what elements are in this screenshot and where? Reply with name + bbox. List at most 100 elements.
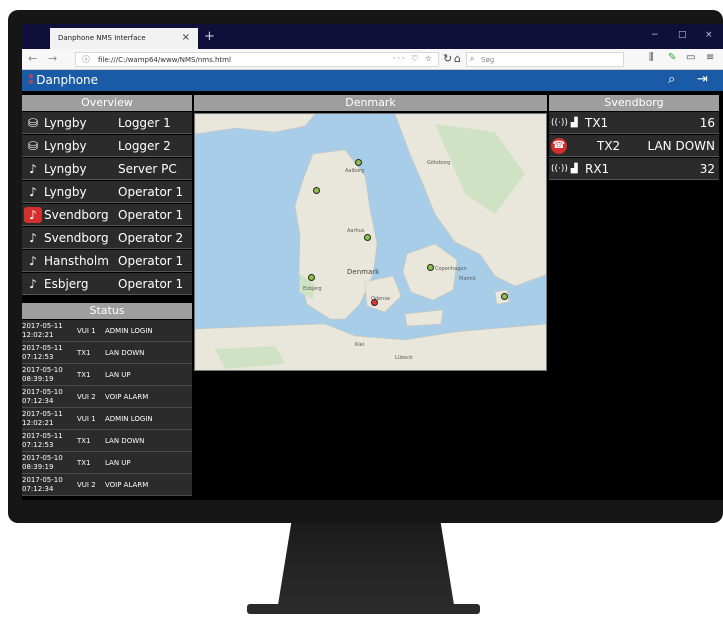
svendborg-row[interactable]: ☎ TX2 LAN DOWN — [549, 135, 719, 157]
forward-arrow-icon[interactable]: → — [48, 52, 57, 65]
lolland-land — [404, 309, 444, 327]
library-icon[interactable]: ⫼ — [649, 52, 654, 63]
overview-site: Svendborg — [44, 208, 109, 222]
database-icon: ⛁ — [27, 116, 39, 130]
maximize-button[interactable]: □ — [678, 30, 687, 40]
status-event: LAN UP — [105, 459, 131, 467]
close-window-button[interactable]: × — [705, 30, 713, 40]
site-marker-svendborg[interactable] — [371, 299, 378, 306]
status-row: 2017-05-11 12:02:21 VUI 1 ADMIN LOGIN — [22, 320, 192, 342]
svendborg-device-name: TX1 — [585, 116, 609, 130]
status-date: 2017-05-11 — [22, 432, 63, 440]
overview-header: Overview — [22, 95, 192, 111]
svendborg-row[interactable]: ((·)) ▟ TX1 16 — [549, 112, 719, 134]
overview-site: Lyngby — [44, 162, 87, 176]
status-timestamp: 2017-05-10 07:12:34 — [22, 388, 74, 406]
close-tab-icon[interactable]: × — [182, 32, 190, 43]
status-timestamp: 2017-05-11 07:12:53 — [22, 344, 74, 362]
status-timestamp: 2017-05-10 08:39:19 — [22, 366, 74, 384]
svendborg-row[interactable]: ((·)) ▟ RX1 32 — [549, 158, 719, 180]
address-text: file:///C:/wamp64/www/NMS/nms.html — [98, 56, 231, 64]
brand-name: Danphone — [36, 73, 99, 87]
browser-tab[interactable]: Danphone NMS Interface × — [50, 28, 198, 49]
home-icon[interactable]: ⌂ — [454, 52, 461, 65]
headset-icon: ♪ — [29, 162, 37, 176]
funen-land — [364, 275, 402, 313]
svendborg-device-name: RX1 — [585, 162, 610, 176]
map-canvas: Aalborg Aarhus Odense Esbjerg Copenhagen… — [195, 114, 546, 370]
status-date: 2017-05-11 — [22, 410, 63, 418]
logout-icon[interactable]: ⇥ — [697, 72, 708, 87]
map-label-goteborg: Göteborg — [427, 160, 450, 166]
status-date: 2017-05-10 — [22, 476, 63, 484]
address-bar[interactable]: ⓘ file:///C:/wamp64/www/NMS/nms.html ···… — [75, 52, 439, 67]
sidebar-toggle-icon[interactable]: ▭ — [686, 52, 695, 63]
status-row: 2017-05-11 07:12:53 TX1 LAN DOWN — [22, 430, 192, 452]
new-tab-button[interactable]: + — [204, 29, 215, 44]
search-icon: ⌕ — [470, 54, 475, 63]
status-date: 2017-05-10 — [22, 388, 63, 396]
search-placeholder: Søg — [481, 56, 495, 64]
status-row: 2017-05-10 08:39:19 TX1 LAN UP — [22, 452, 192, 474]
status-time: 07:12:53 — [22, 441, 54, 449]
tab-title: Danphone NMS Interface — [58, 34, 146, 42]
site-marker-northwest[interactable] — [313, 187, 320, 194]
site-marker-north[interactable] — [355, 159, 362, 166]
site-marker-esbjerg[interactable] — [308, 274, 315, 281]
status-time: 07:12:34 — [22, 485, 54, 493]
minimize-button[interactable]: − — [651, 30, 659, 40]
map-view[interactable]: Aalborg Aarhus Odense Esbjerg Copenhagen… — [194, 113, 547, 371]
map-label-lubeck: Lübeck — [395, 355, 413, 361]
status-event: ADMIN LOGIN — [105, 415, 153, 423]
status-row: 2017-05-11 07:12:53 TX1 LAN DOWN — [22, 342, 192, 364]
antenna-signal-icon: ((·)) ▟ — [551, 118, 578, 128]
status-time: 07:12:34 — [22, 397, 54, 405]
status-row: 2017-05-11 12:02:21 VUI 1 ADMIN LOGIN — [22, 408, 192, 430]
status-device: VUI 2 — [77, 481, 96, 489]
status-time: 08:39:19 — [22, 375, 54, 383]
overview-role: Operator 2 — [118, 231, 184, 245]
status-timestamp: 2017-05-10 07:12:34 — [22, 476, 74, 494]
status-timestamp: 2017-05-11 12:02:21 — [22, 322, 74, 340]
alarm-headset-icon: ♪ — [24, 207, 42, 223]
back-arrow-icon[interactable]: ← — [28, 52, 37, 65]
headset-icon: ♪ — [29, 254, 37, 268]
status-date: 2017-05-11 — [22, 322, 63, 330]
overview-role: Operator 1 — [118, 208, 184, 222]
svendborg-device-name: TX2 — [597, 139, 621, 153]
antenna-signal-icon: ((·)) ▟ — [551, 164, 578, 174]
status-event: ADMIN LOGIN — [105, 327, 153, 335]
site-marker-copenhagen[interactable] — [427, 264, 434, 271]
overview-row[interactable]: ♪ Hanstholm Operator 1 — [22, 250, 192, 272]
overview-site: Esbjerg — [44, 277, 89, 291]
status-date: 2017-05-11 — [22, 344, 63, 352]
overview-row[interactable]: ⛁ Lyngby Logger 2 — [22, 135, 192, 157]
overview-site: Lyngby — [44, 185, 87, 199]
overview-site: Hanstholm — [44, 254, 109, 268]
map-label-aalborg: Aalborg — [345, 168, 364, 174]
overview-row[interactable]: ♪ Lyngby Operator 1 — [22, 181, 192, 203]
search-network-icon[interactable]: ⌕ — [668, 72, 675, 87]
page-actions-icons[interactable]: ··· ♡ ☆ — [393, 54, 434, 63]
status-time: 12:02:21 — [22, 331, 54, 339]
status-device: VUI 1 — [77, 415, 96, 423]
overview-row[interactable]: ♪ Esbjerg Operator 1 — [22, 273, 192, 295]
overview-row[interactable]: ♪ Lyngby Server PC — [22, 158, 192, 180]
page-info-icon[interactable]: ⓘ — [82, 54, 90, 65]
reload-icon[interactable]: ↻ — [443, 52, 452, 65]
site-marker-bornholm[interactable] — [501, 293, 508, 300]
search-bar[interactable]: ⌕ Søg — [466, 52, 624, 67]
extension-icon[interactable]: ✎ — [668, 52, 676, 63]
hamburger-menu-icon[interactable]: ≡ — [706, 52, 714, 63]
status-timestamp: 2017-05-10 08:39:19 — [22, 454, 74, 472]
status-device: TX1 — [77, 459, 91, 467]
overview-row[interactable]: ⛁ Lyngby Logger 1 — [22, 112, 192, 134]
overview-row[interactable]: ♪ Svendborg Operator 1 — [22, 204, 192, 226]
overview-role: Logger 1 — [118, 116, 171, 130]
browser-tab-bar: Danphone NMS Interface × + − □ × — [22, 24, 723, 49]
site-marker-aarhus[interactable] — [364, 234, 371, 241]
overview-site: Svendborg — [44, 231, 109, 245]
overview-row[interactable]: ♪ Svendborg Operator 2 — [22, 227, 192, 249]
monitor-base — [247, 604, 480, 614]
app-logo: ⁑ Danphone — [28, 73, 98, 87]
